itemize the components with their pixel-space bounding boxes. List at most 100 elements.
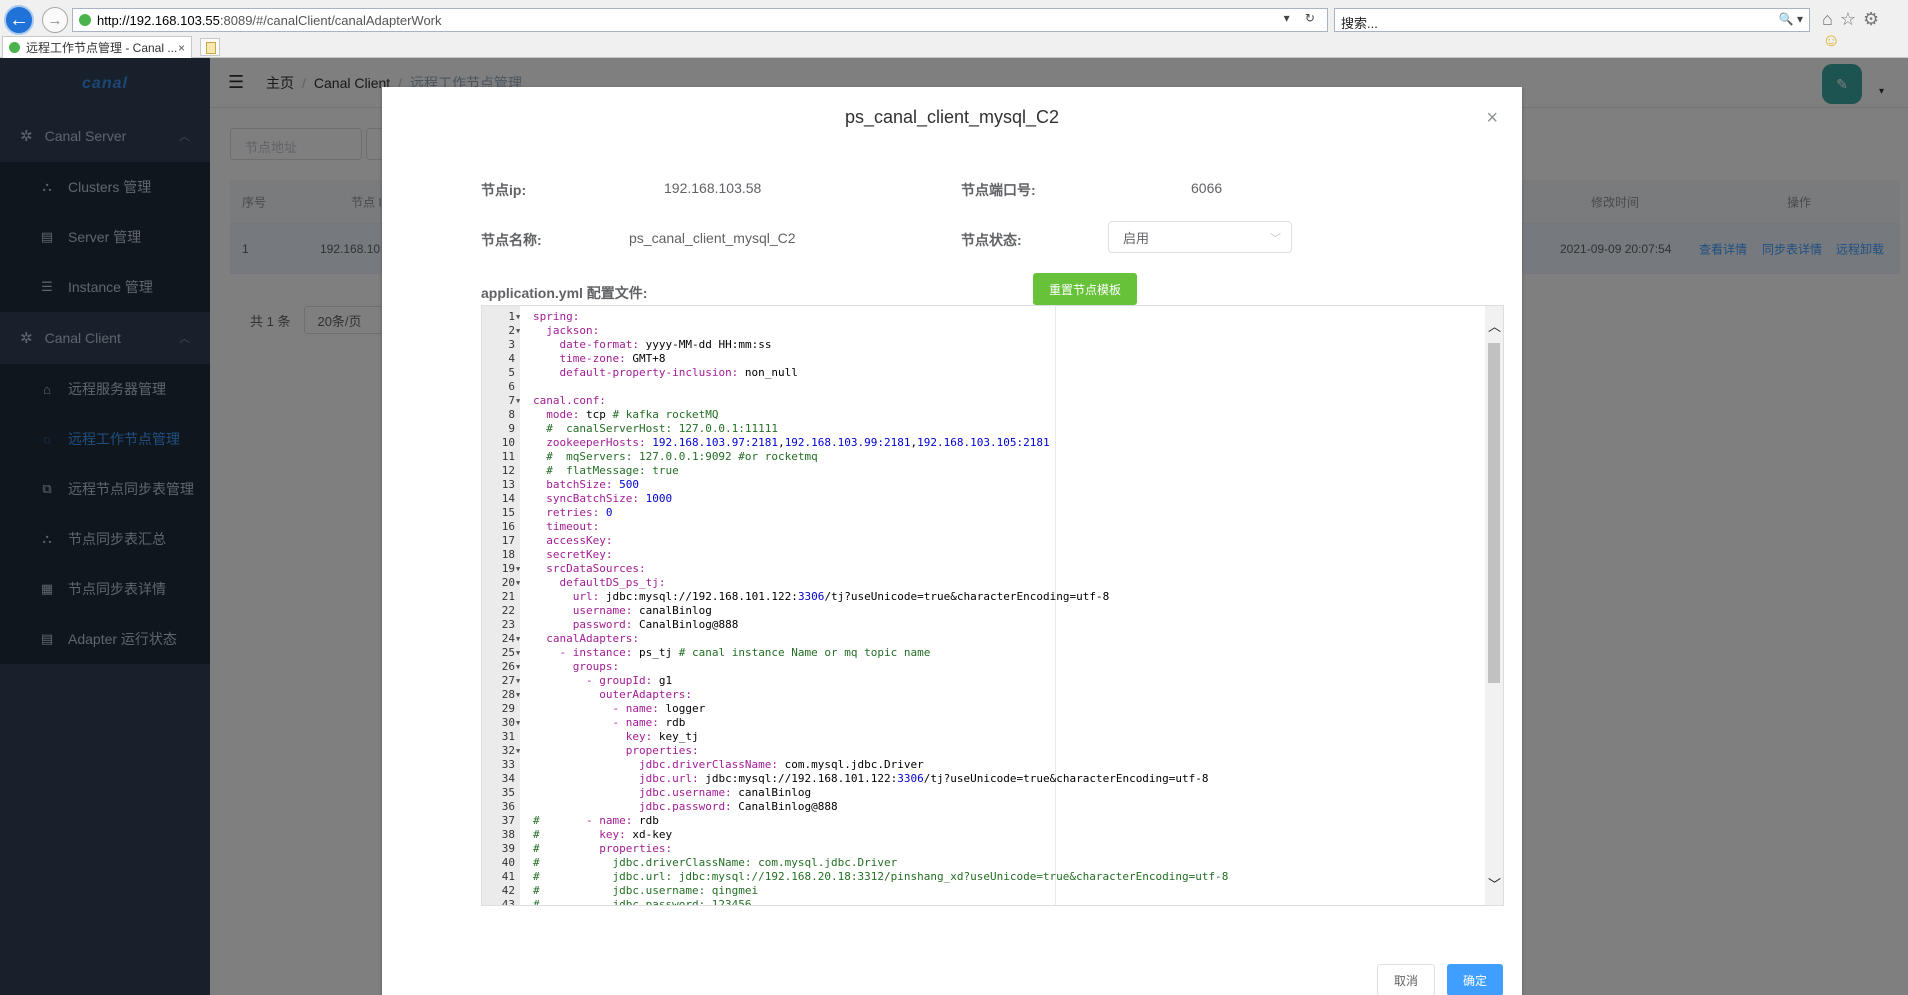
address-bar[interactable]: http://192.168.103.55:8089/#/canalClient… [72,8,1328,32]
fold-arrow-icon[interactable]: ▼ [516,674,520,688]
code-text: jdbc.url: jdbc:mysql://192.168.101.122:3… [638,772,1209,785]
close-icon[interactable]: × [1486,107,1498,130]
browser-tab[interactable]: 远程工作节点管理 - Canal ... × [2,36,192,58]
code-line[interactable]: 16 timeout: [482,520,1486,534]
line-number: 20 [501,576,515,589]
fold-arrow-icon[interactable]: ▼ [516,310,520,324]
star-icon[interactable]: ☆ [1840,9,1863,29]
code-line[interactable]: 36 jdbc.password: CanalBinlog@888 [482,800,1486,814]
code-line[interactable]: 27 ▼ - groupId: g1 [482,674,1486,688]
code-text: properties: [625,744,699,757]
editor-scrollbar[interactable]: ︿ ﹀ [1485,306,1503,905]
code-line[interactable]: 19 ▼ srcDataSources: [482,562,1486,576]
code-text: default-property-inclusion: non_null [559,366,798,379]
code-line[interactable]: 6 [482,380,1486,394]
code-line[interactable]: 28 ▼ outerAdapters: [482,688,1486,702]
code-text: - name: logger [612,702,706,715]
forward-arrow-icon[interactable]: → [42,7,68,33]
line-number: 29 [501,702,515,715]
line-number: 40 [501,856,515,869]
code-line[interactable]: 2 ▼ jackson: [482,324,1486,338]
code-line[interactable]: 17 accessKey: [482,534,1486,548]
code-line[interactable]: 31 key: key_tj [482,730,1486,744]
confirm-button[interactable]: 确定 [1447,964,1503,995]
code-line[interactable]: 20 ▼ defaultDS_ps_tj: [482,576,1486,590]
code-line[interactable]: 12 # flatMessage: true [482,464,1486,478]
fold-arrow-icon[interactable]: ▼ [516,632,520,646]
scroll-down-icon[interactable]: ﹀ [1488,874,1501,893]
code-line[interactable]: 3 date-format: yyyy-MM-dd HH:mm:ss [482,338,1486,352]
code-line[interactable]: 15 retries: 0 [482,506,1486,520]
fold-arrow-icon[interactable]: ▼ [516,324,520,338]
code-line[interactable]: 41 # jdbc.url: jdbc:mysql://192.168.20.18… [482,870,1486,884]
search-icon[interactable]: 🔍 ▾ [1779,12,1803,26]
fold-arrow-icon[interactable]: ▼ [516,660,520,674]
line-number: 22 [501,604,515,617]
code-line[interactable]: 13 batchSize: 500 [482,478,1486,492]
code-line[interactable]: 29 - name: logger [482,702,1486,716]
node-status-select[interactable]: 启用 ﹀ [1108,221,1292,253]
code-text: syncBatchSize: 1000 [546,492,673,505]
code-line[interactable]: 24 ▼ canalAdapters: [482,632,1486,646]
back-arrow-icon[interactable]: ← [4,5,34,35]
code-line[interactable]: 21 url: jdbc:mysql://192.168.101.122:330… [482,590,1486,604]
code-line[interactable]: 30 ▼ - name: rdb [482,716,1486,730]
smiley-icon[interactable]: ☺ [1822,30,1847,50]
code-text: spring: [533,310,580,323]
code-line[interactable]: 25 ▼ - instance: ps_tj # canal instance N… [482,646,1486,660]
yaml-code-editor[interactable]: 1 ▼ spring: 2 ▼ jackson: 3 date-format: yyyy-… [481,305,1504,906]
code-line[interactable]: 39 # properties: [482,842,1486,856]
code-line[interactable]: 8 mode: tcp # kafka rocketMQ [482,408,1486,422]
home-icon[interactable]: ⌂ [1822,9,1840,29]
scrollbar-thumb[interactable] [1488,343,1500,683]
url-path: :8089/#/canalClient/canalAdapterWork [219,12,442,28]
code-text: accessKey: [546,534,613,547]
settings-gear-icon[interactable]: ⚙ [1863,9,1886,29]
line-number: 10 [501,436,515,449]
code-line[interactable]: 26 ▼ groups: [482,660,1486,674]
code-line[interactable]: 34 jdbc.url: jdbc:mysql://192.168.101.12… [482,772,1486,786]
code-line[interactable]: 10 zookeeperHosts: 192.168.103.97:2181,1… [482,436,1486,450]
code-line[interactable]: 38 # key: xd-key [482,828,1486,842]
code-line[interactable]: 9 # canalServerHost: 127.0.0.1:11111 [482,422,1486,436]
code-line[interactable]: 22 username: canalBinlog [482,604,1486,618]
code-line[interactable]: 14 syncBatchSize: 1000 [482,492,1486,506]
code-line[interactable]: 11 # mqServers: 127.0.0.1:9092 #or rocke… [482,450,1486,464]
new-tab-button[interactable] [200,38,220,56]
code-line[interactable]: 35 jdbc.username: canalBinlog [482,786,1486,800]
fold-arrow-icon[interactable]: ▼ [516,688,520,702]
fold-arrow-icon[interactable]: ▼ [516,716,520,730]
code-line[interactable]: 23 password: CanalBinlog@888 [482,618,1486,632]
code-line[interactable]: 37 # - name: rdb [482,814,1486,828]
code-line[interactable]: 33 jdbc.driverClassName: com.mysql.jdbc.… [482,758,1486,772]
line-number: 21 [501,590,515,603]
cancel-button[interactable]: 取消 [1377,964,1435,995]
code-text: outerAdapters: [599,688,692,701]
line-number: 30 [501,716,515,729]
tab-close-icon[interactable]: × [178,41,185,55]
code-text: srcDataSources: [546,562,646,575]
code-line[interactable]: 40 # jdbc.driverClassName: com.mysql.jdbc… [482,856,1486,870]
node-name-label: 节点名称: [481,232,542,248]
fold-arrow-icon[interactable]: ▼ [516,394,520,408]
code-line[interactable]: 1 ▼ spring: [482,310,1486,324]
code-line[interactable]: 4 time-zone: GMT+8 [482,352,1486,366]
code-line[interactable]: 18 secretKey: [482,548,1486,562]
code-text: zookeeperHosts: 192.168.103.97:2181,192.… [546,436,1050,449]
fold-arrow-icon[interactable]: ▼ [516,744,520,758]
fold-arrow-icon[interactable]: ▼ [516,646,520,660]
code-line[interactable]: 42 # jdbc.username: qingmei [482,884,1486,898]
code-line[interactable]: 7 ▼ canal.conf: [482,394,1486,408]
scroll-up-icon[interactable]: ︿ [1488,316,1501,335]
code-lines[interactable]: 1 ▼ spring: 2 ▼ jackson: 3 date-format: yyyy-… [482,310,1486,906]
code-line[interactable]: 43 # jdbc.password: 123456 [482,898,1486,906]
reset-node-template-button[interactable]: 重置节点模板 [1033,273,1137,305]
code-text: # jdbc.password: 123456 [533,898,752,906]
refresh-icon[interactable]: ▾ ↻ [1284,11,1321,25]
code-line[interactable]: 32 ▼ properties: [482,744,1486,758]
browser-search-input[interactable]: 搜索... 🔍 ▾ [1334,8,1810,32]
fold-arrow-icon[interactable]: ▼ [516,562,520,576]
code-line[interactable]: 5 default-property-inclusion: non_null [482,366,1486,380]
code-text: groups: [572,660,620,673]
fold-arrow-icon[interactable]: ▼ [516,576,520,590]
